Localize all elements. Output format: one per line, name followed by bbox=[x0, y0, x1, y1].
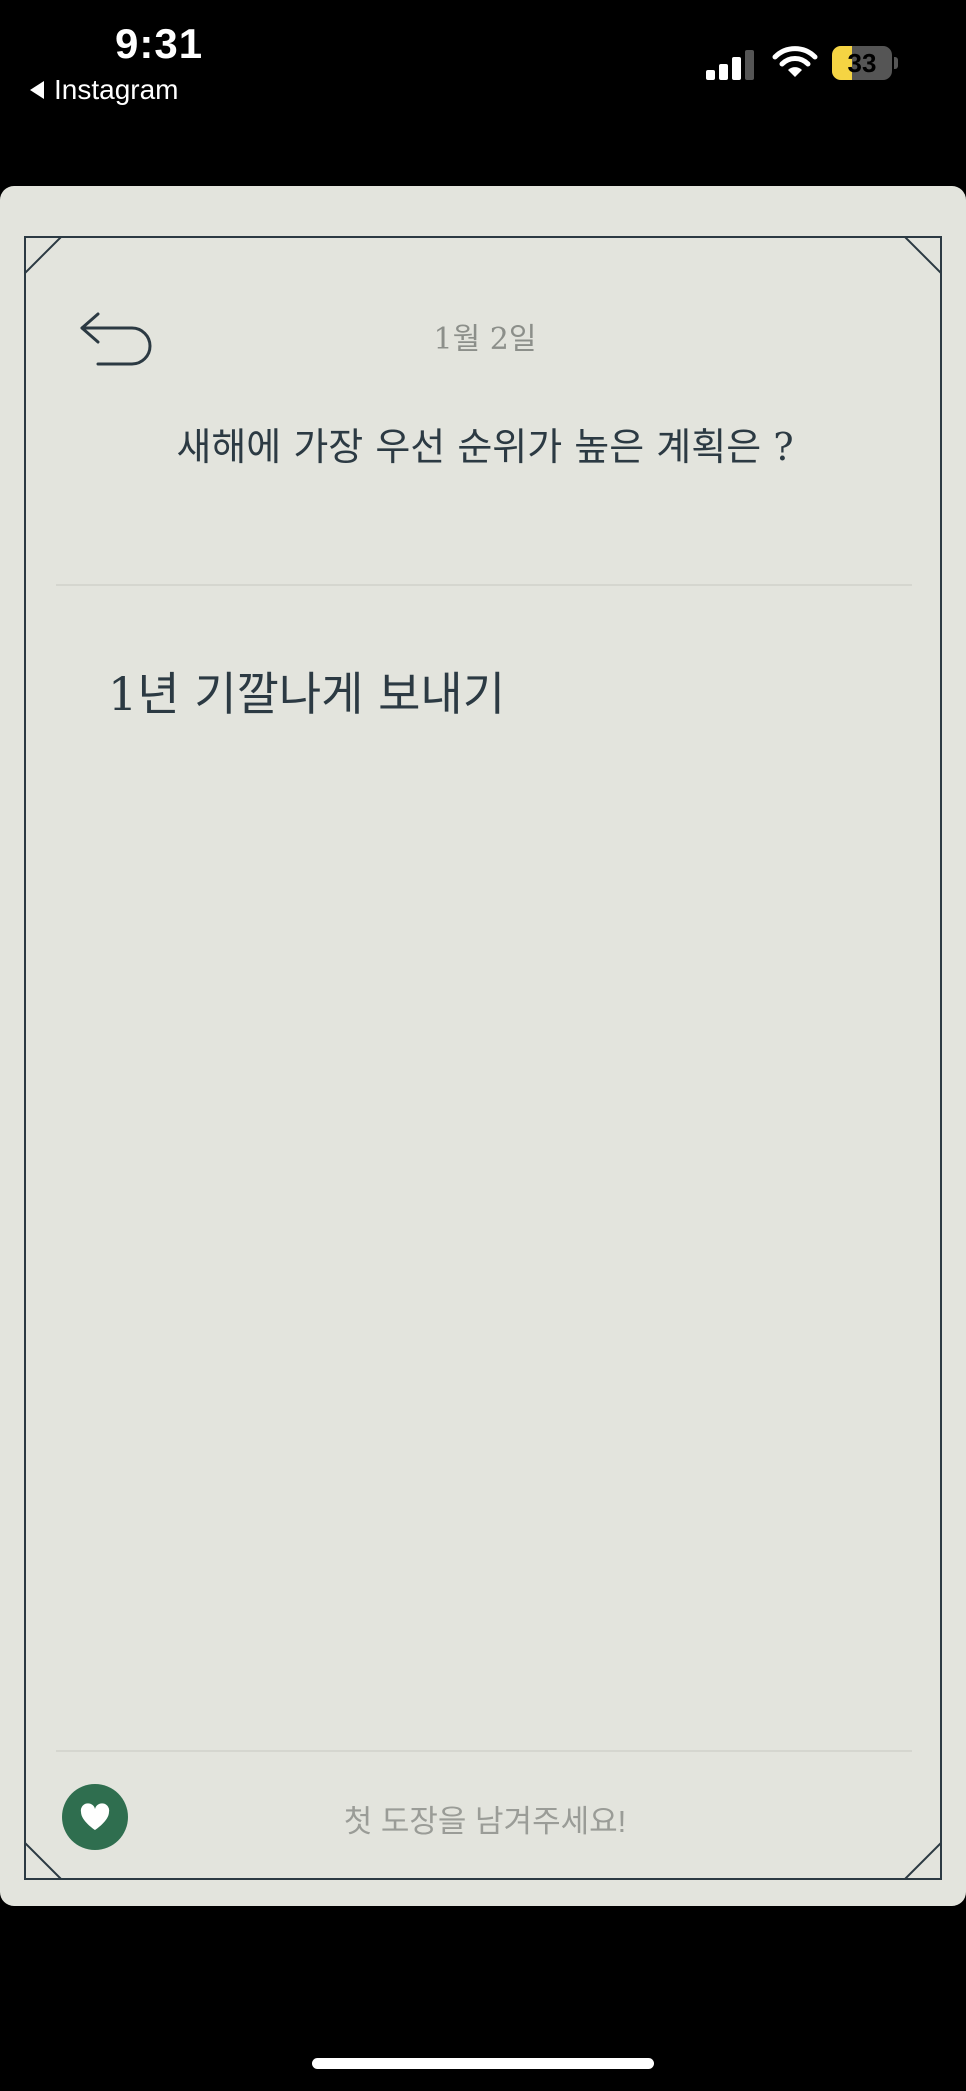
frame-corner-bottom-left bbox=[25, 1841, 63, 1879]
answer-text[interactable]: 1년 기깔나게 보내기 bbox=[108, 658, 505, 724]
card-frame: 1월 2일 새해에 가장 우선 순위가 높은 계획은 ? 1년 기깔나게 보내기… bbox=[24, 236, 942, 1880]
battery-icon: 33 bbox=[832, 46, 898, 80]
entry-date: 1월 2일 bbox=[433, 322, 537, 357]
back-to-app-link[interactable]: Instagram bbox=[30, 74, 179, 106]
frame-corner-top-right bbox=[903, 237, 941, 275]
stamp-prompt: 첫 도장을 남겨주세요! bbox=[343, 1804, 627, 1839]
battery-percent: 33 bbox=[847, 48, 877, 78]
bottom-divider bbox=[56, 1750, 912, 1752]
question-card: 1월 2일 새해에 가장 우선 순위가 높은 계획은 ? 1년 기깔나게 보내기… bbox=[0, 186, 966, 1906]
status-time: 9:31 bbox=[115, 20, 204, 67]
back-app-label: Instagram bbox=[54, 74, 179, 105]
home-indicator[interactable] bbox=[312, 2058, 654, 2069]
wifi-icon bbox=[772, 44, 818, 80]
back-triangle-icon bbox=[30, 81, 44, 99]
question-title: 새해에 가장 우선 순위가 높은 계획은 ? bbox=[176, 425, 794, 469]
cellular-signal-icon bbox=[706, 48, 756, 80]
top-divider bbox=[56, 584, 912, 586]
frame-corner-top-left bbox=[25, 237, 63, 275]
frame-corner-bottom-right bbox=[903, 1841, 941, 1879]
